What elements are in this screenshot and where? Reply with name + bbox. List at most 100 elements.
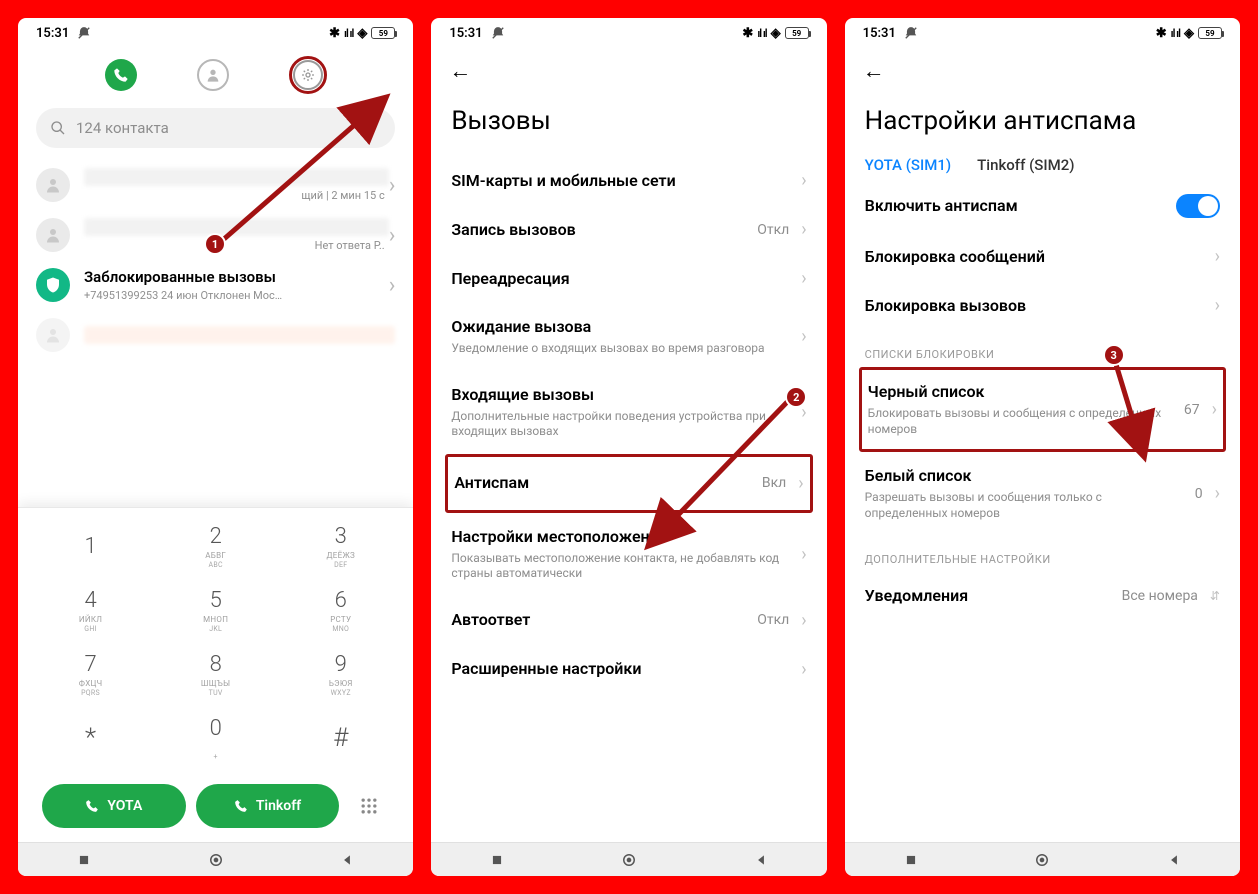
settings-item[interactable]: Ожидание вызова Уведомление о входящих в… [451,303,806,371]
battery-indicator: 59 [371,27,395,39]
dialpad-key-9[interactable]: 9 ЬЭЮЯWXYZ [278,642,403,706]
home-button[interactable] [209,853,223,867]
back-arrow[interactable]: ← [449,59,471,84]
blocked-calls-item[interactable]: Заблокированные вызовы +74951399253 24 и… [18,260,413,310]
phone-icon [234,799,248,813]
sim-tab-2[interactable]: Tinkoff (SIM2) [977,156,1074,174]
key-letters: ЬЭЮЯWXYZ [329,679,353,697]
section-header: ДОПОЛНИТЕЛЬНЫЕ НАСТРОЙКИ [845,535,1240,572]
key-letters: ФХЦЧPQRS [79,679,103,697]
callout-arrow-3 [1105,353,1185,468]
search-placeholder: 124 контакта [76,119,169,137]
item-label: Блокировка сообщений [865,247,1203,267]
avatar-icon [36,318,70,352]
updown-icon: ⇵ [1210,589,1220,603]
chevron-right-icon: › [1212,399,1217,420]
chevron-right-icon: › [801,610,806,631]
callout-badge-3: 3 [1103,344,1125,366]
back-button[interactable] [340,853,354,867]
bluetooth-icon: ✱ [329,26,340,41]
key-digit: 9 [335,652,347,677]
avatar-icon [36,218,70,252]
key-letters: + [214,743,218,761]
enable-antispam-item[interactable]: Включить антиспам [865,180,1220,232]
key-letters: АБВГABC [205,551,226,569]
dialpad-key-#[interactable]: # [278,706,403,770]
back-button[interactable] [754,853,768,867]
chevron-right-icon: › [801,326,806,347]
item-label: Блокировка вызовов [865,296,1203,316]
dialpad-key-5[interactable]: 5МНОПJKL [153,578,278,642]
dialpad-key-*[interactable]: * [28,706,153,770]
dialpad-key-4[interactable]: 4 ИЙКЛGHI [28,578,153,642]
settings-item[interactable]: Расширенные настройки › [451,645,806,694]
dnd-icon [77,26,91,40]
key-digit: 2 [210,524,222,549]
item-value: 0 [1195,486,1203,502]
dialpad-toggle[interactable] [349,786,389,826]
notifications-item[interactable]: Уведомления Все номера ⇵ [865,572,1220,620]
item-description: Уведомление о входящих вызовах во время … [451,341,789,357]
key-letters: ШЩЪЫTUV [201,679,230,697]
block-messages-item[interactable]: Блокировка сообщений › [865,232,1220,281]
dialpad-key-8[interactable]: 8 ШЩЪЫTUV [153,642,278,706]
tab-calls[interactable] [105,59,137,91]
wifi-icon: ◈ [1184,26,1194,41]
key-digit: 7 [84,652,96,677]
settings-item[interactable]: Переадресация › [451,254,806,303]
contact-name-blurred [84,326,395,344]
item-value: Откл [757,222,789,238]
key-digit: 5 [210,588,222,613]
recent-apps-button[interactable] [77,853,91,867]
key-letters: ДЕЁЖЗDEF [326,551,355,569]
toggle-switch[interactable] [1176,194,1220,218]
key-letters: ИЙКЛGHI [79,615,102,633]
chevron-right-icon: › [801,219,806,240]
calls-settings-screen: 15:31 ✱ ıl ıl ◈ 59 ← Вызовы SIM-карты и … [431,18,826,876]
item-label: Уведомления [865,586,1114,606]
dnd-icon [904,26,918,40]
settings-item[interactable]: SIM-карты и мобильные сети › [451,156,806,205]
dialpad-key-7[interactable]: 7 ФХЦЧPQRS [28,642,153,706]
settings-list: Включить антиспам Блокировка сообщений ›… [845,180,1240,330]
dialpad-key-1[interactable]: 1 [28,514,153,578]
key-letters: РСТУMNO [330,615,351,633]
home-button[interactable] [1035,853,1049,867]
home-button[interactable] [622,853,636,867]
back-button[interactable] [1167,853,1181,867]
page-title: Вызовы [431,92,826,156]
recent-call-item[interactable] [18,310,413,360]
dialpad-key-2[interactable]: 2 АБВГABC [153,514,278,578]
wifi-icon: ◈ [771,26,781,41]
item-value: Все номера [1122,588,1198,604]
block-calls-item[interactable]: Блокировка вызовов › [865,281,1220,330]
chevron-right-icon: › [801,659,806,680]
sim-tab-1[interactable]: YOTA (SIM1) [865,156,951,174]
key-digit: 8 [210,652,222,677]
call-sim1-button[interactable]: YOTA [42,784,186,828]
item-label: SIM-карты и мобильные сети [451,171,789,191]
bluetooth-icon: ✱ [1156,26,1167,41]
blocked-title: Заблокированные вызовы [84,268,389,286]
dialpad-key-0[interactable]: 0+ [153,706,278,770]
recent-apps-button[interactable] [904,853,918,867]
key-digit: 4 [84,588,96,613]
item-label: Включить антиспам [865,196,1168,216]
wifi-icon: ◈ [357,26,367,41]
call-sim2-button[interactable]: Tinkoff [196,784,340,828]
blocked-sub: +74951399253 24 июн Отклонен Мос… [84,289,389,302]
settings-item[interactable]: Автоответ Откл › [451,596,806,645]
key-digit: 6 [335,588,347,613]
settings-item[interactable]: Запись вызовов Откл › [451,205,806,254]
battery-indicator: 59 [1198,27,1222,39]
back-arrow[interactable]: ← [863,59,885,84]
recent-apps-button[interactable] [490,853,504,867]
avatar-icon [36,168,70,202]
grid-icon [359,796,379,816]
callout-arrow-2 [631,388,801,558]
dialpad-key-6[interactable]: 6 РСТУMNO [278,578,403,642]
signal-icon: ıl ıl [1171,27,1180,40]
callout-badge-1: 1 [204,233,226,255]
sim-tabs: YOTA (SIM1) Tinkoff (SIM2) [845,156,1240,180]
dialpad-key-3[interactable]: 3ДЕЁЖЗDEF [278,514,403,578]
